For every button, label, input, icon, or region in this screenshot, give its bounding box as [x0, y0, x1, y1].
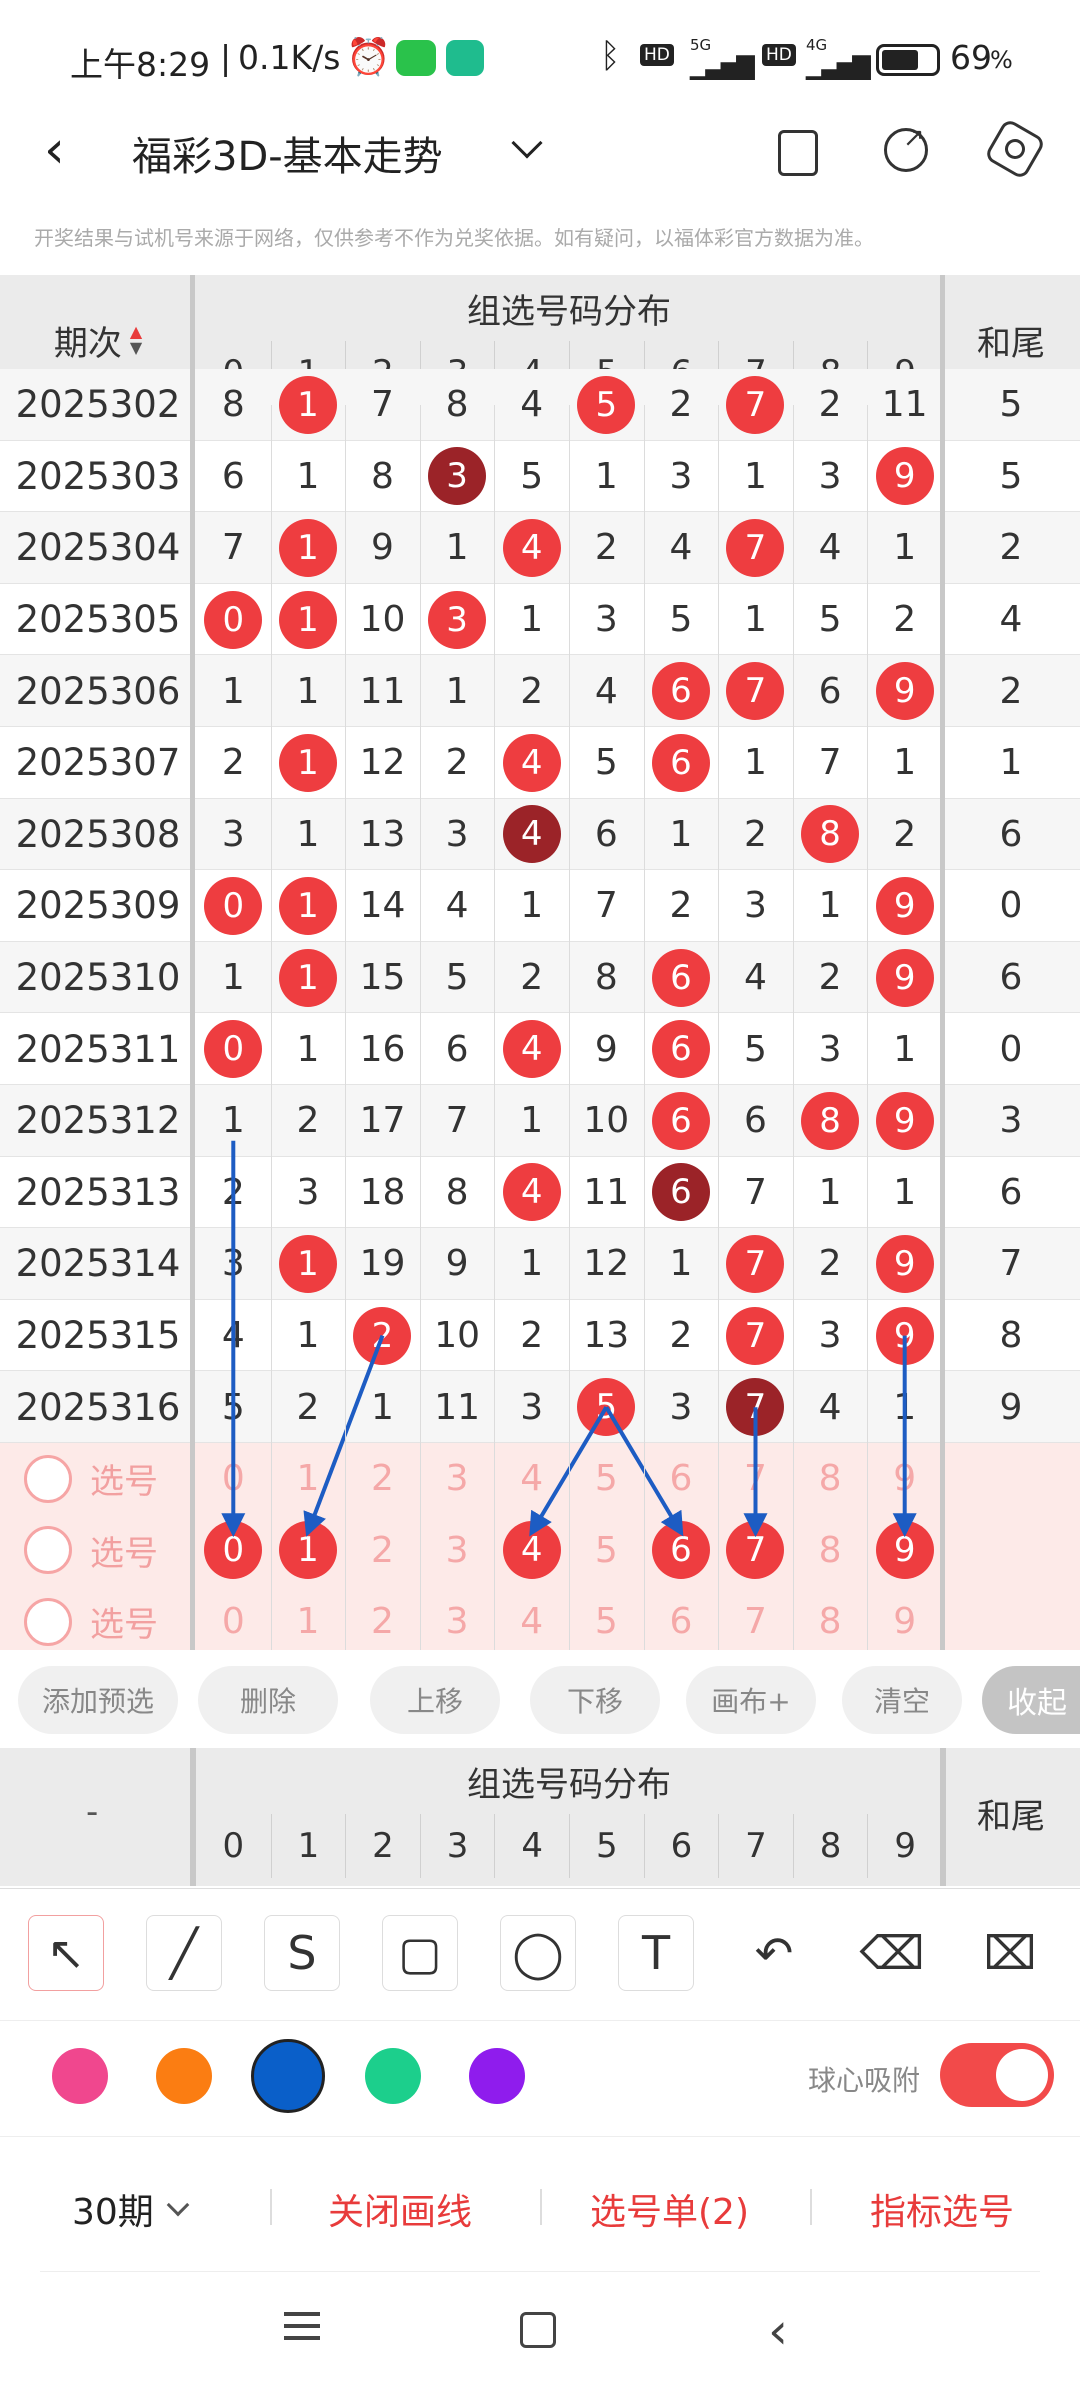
grid-line — [643, 405, 645, 1650]
hd-badge-2: HD — [762, 44, 796, 66]
secondary-digit-row: 0123456789 — [196, 1814, 942, 1878]
wechat-icon — [396, 40, 436, 76]
secondary-tail-header: 和尾 — [977, 1796, 1045, 1837]
chevron-down-icon[interactable] — [511, 127, 543, 159]
secondary-group-header: 组选号码分布 — [467, 1764, 671, 1805]
rect-tool-icon[interactable]: ▢ — [382, 1915, 458, 1991]
divider — [810, 2189, 812, 2225]
pick-list-button[interactable]: 选号单(2) — [590, 2183, 749, 2235]
curve-tool-icon[interactable]: S — [264, 1915, 340, 1991]
signal-5g-icon: ▁▃▅▇ — [690, 52, 755, 80]
column-divider — [190, 275, 195, 1650]
text-tool-icon[interactable]: T — [618, 1915, 694, 1991]
digit-header-5: 5 — [569, 1814, 644, 1878]
eraser-tool-icon[interactable]: ⌫ — [854, 1915, 930, 1991]
disclaimer: 开奖结果与试机号来源于网络，仅供参考不作为兑奖依据。如有疑问，以福体彩官方数据为… — [34, 226, 874, 250]
column-divider — [940, 275, 945, 1650]
digit-header-7: 7 — [718, 1814, 793, 1878]
grid-line — [867, 405, 869, 1650]
line-tool-icon[interactable]: ╱ — [146, 1915, 222, 1991]
shield-app-icon — [446, 40, 484, 76]
action-button-5[interactable]: 清空 — [842, 1666, 962, 1734]
menu-icon[interactable] — [284, 2312, 320, 2316]
settings-icon[interactable] — [983, 117, 1047, 181]
status-separator: | — [220, 38, 232, 77]
device-icon[interactable] — [778, 130, 818, 176]
grid-line — [270, 405, 272, 1650]
back-nav-icon[interactable]: ‹ — [768, 2302, 788, 2360]
divider — [270, 2189, 272, 2225]
divider — [940, 1748, 946, 1886]
cursor-tool-icon[interactable]: ↖ — [28, 1915, 104, 1991]
bottom-bar: 30期 关闭画线 选号单(2) 指标选号 — [0, 2136, 1080, 2276]
digit-header-8: 8 — [792, 1814, 868, 1878]
drawn-lines — [221, 1140, 917, 1538]
circle-tool-icon[interactable]: ◯ — [500, 1915, 576, 1991]
action-button-1[interactable]: 删除 — [198, 1666, 338, 1734]
divider — [40, 2271, 1040, 2272]
battery-percent: 69 — [950, 38, 992, 77]
digit-header-4: 4 — [494, 1814, 569, 1878]
action-bar: 添加预选 删除 上移 下移 画布+ 清空 收起 — [0, 1650, 1080, 1750]
grid-line — [345, 405, 347, 1650]
back-arrow-icon[interactable]: ‹ — [44, 120, 65, 180]
action-button-3[interactable]: 下移 — [530, 1666, 660, 1734]
battery-icon — [876, 44, 940, 76]
grid-line — [792, 405, 794, 1650]
digit-header-3: 3 — [419, 1814, 495, 1878]
hd-badge-1: HD — [640, 44, 674, 66]
digit-header-2: 2 — [345, 1814, 420, 1878]
digit-header-9: 9 — [867, 1814, 942, 1878]
color-swatch[interactable] — [469, 2048, 525, 2104]
snap-label: 球心吸附 — [808, 2064, 921, 2097]
color-swatch[interactable] — [52, 2048, 108, 2104]
action-button-6[interactable]: 收起 — [982, 1666, 1080, 1734]
grid-line — [718, 405, 720, 1650]
divider — [190, 1748, 196, 1886]
action-button-2[interactable]: 上移 — [370, 1666, 500, 1734]
close-draw-button[interactable]: 关闭画线 — [328, 2183, 472, 2235]
bluetooth-icon: ᛒ — [600, 36, 621, 76]
signal-4g-icon: ▁▃▅▇ — [806, 52, 871, 80]
clear-tool-icon[interactable]: ⌧ — [972, 1915, 1048, 1991]
battery-percent-sign: % — [990, 46, 1013, 74]
secondary-header: - 组选号码分布 0123456789 和尾 — [0, 1748, 1080, 1886]
status-speed: 0.1K/s — [238, 38, 341, 77]
undo-tool-icon[interactable]: ↶ — [736, 1915, 812, 1991]
system-nav-bar: ‹ — [0, 2276, 1080, 2400]
title-bar: ‹ 福彩3D-基本走势 ↗ — [0, 100, 1080, 210]
period-select[interactable]: 30期 — [72, 2183, 190, 2235]
status-time: 上午8:29 — [70, 45, 211, 84]
period-label: 30期 — [72, 2192, 154, 2233]
divider — [540, 2189, 542, 2225]
action-button-4[interactable]: 画布+ — [686, 1666, 816, 1734]
color-swatch[interactable] — [156, 2048, 212, 2104]
digit-header-1: 1 — [270, 1814, 346, 1878]
snap-toggle[interactable] — [940, 2043, 1054, 2107]
home-icon[interactable] — [520, 2312, 556, 2348]
digit-header-6: 6 — [643, 1814, 719, 1878]
grid-line — [569, 405, 570, 1650]
color-swatch[interactable] — [251, 2039, 325, 2113]
color-swatch[interactable] — [365, 2048, 421, 2104]
action-button-0[interactable]: 添加预选 — [18, 1666, 178, 1734]
grid-line — [419, 405, 421, 1650]
share-icon[interactable]: ↗ — [884, 123, 928, 172]
page-title[interactable]: 福彩3D-基本走势 — [132, 124, 443, 182]
indicator-pick-button[interactable]: 指标选号 — [870, 2183, 1014, 2235]
chevron-down-icon — [166, 2193, 190, 2217]
draw-toolbar: ↖ ╱ S ▢ ◯ T ↶ ⌫ ⌧ — [0, 1888, 1080, 2018]
alarm-icon: ⏰ — [346, 37, 391, 78]
color-row: 球心吸附 — [0, 2020, 1080, 2135]
digit-header-0: 0 — [222, 1826, 245, 1866]
collapsed-issue-label: - — [86, 1792, 99, 1832]
trend-table: 期次▲▼ 组选号码分布 0123456789 和尾 20253028178452… — [0, 275, 1080, 1650]
grid-line — [494, 405, 496, 1650]
